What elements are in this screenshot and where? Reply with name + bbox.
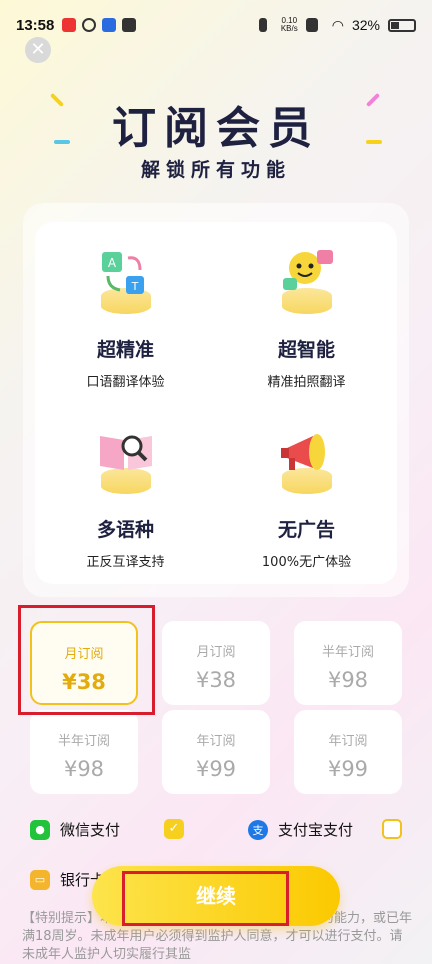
feature-name: 超精准 [96, 339, 154, 361]
feature-desc: 100%无广体验 [261, 555, 352, 570]
plan-name: 年订阅 [196, 734, 236, 749]
feature-name: 多语种 [96, 519, 154, 541]
plan-name: 月订阅 [196, 645, 236, 660]
megaphone-icon [280, 434, 325, 470]
feature-desc: 正反互译支持 [86, 555, 165, 570]
payment-wechat[interactable]: ● 微信支付 [30, 819, 120, 840]
data-icon [305, 18, 318, 32]
feature-smart: 超智能 精准拍照翻译 [216, 222, 397, 402]
battery-percent: 32% [351, 17, 380, 33]
payment-label: 支付宝支付 [278, 821, 354, 839]
smiley-bubble-icon [282, 250, 333, 290]
feature-name: 无广告 [277, 519, 335, 541]
plan-option-monthly[interactable]: 月订阅 ¥38 [162, 621, 270, 705]
highlight-box-continue [122, 871, 289, 926]
payment-alipay[interactable]: 支 支付宝支付 [248, 819, 353, 840]
plan-price: ¥99 [195, 757, 237, 781]
close-button[interactable]: ✕ [25, 37, 51, 63]
translate-cards-icon: A T [101, 252, 144, 294]
status-bar: 13:58 0.10 KB/s ◠ 32% [0, 0, 432, 50]
feature-name: 超智能 [277, 339, 335, 361]
alipay-checkbox[interactable] [382, 819, 402, 839]
plan-option-halfyear[interactable]: 半年订阅 ¥98 [294, 621, 402, 705]
feature-accurate: A T 超精准 口语翻译体验 [35, 222, 216, 402]
app-notification-icon [62, 18, 77, 32]
features-card: A T 超精准 口语翻译体验 超智能 精准拍照翻译 多语种 正反互译支持 无广告… [35, 222, 397, 584]
feature-noads: 无广告 100%无广体验 [216, 402, 397, 582]
svg-text:T: T [130, 280, 138, 293]
plan-name: 半年订阅 [57, 734, 110, 749]
tiktok-icon [122, 18, 137, 32]
wechat-checkbox-checked[interactable]: ✓ [164, 819, 184, 839]
sync-icon [82, 18, 97, 32]
plan-option-yearly[interactable]: 年订阅 ¥99 [294, 710, 402, 794]
bank-card-icon: ▭ [30, 869, 50, 890]
plan-price: ¥99 [327, 757, 369, 781]
feature-multilang: 多语种 正反互译支持 [35, 402, 216, 582]
page-title: 订阅会员 [112, 103, 320, 154]
wechat-pay-icon: ● [30, 819, 50, 840]
feature-desc: 精准拍照翻译 [267, 375, 346, 390]
shield-icon [102, 18, 117, 32]
plan-name: 年订阅 [328, 734, 368, 749]
plan-price: ¥38 [195, 668, 237, 692]
payment-label: 微信支付 [60, 821, 121, 839]
battery-icon [388, 18, 416, 32]
status-time: 13:58 [16, 16, 55, 34]
plan-name: 半年订阅 [321, 645, 374, 660]
page-subtitle: 解锁所有功能 [140, 159, 291, 181]
plan-price: ¥98 [63, 757, 105, 781]
net-speed-unit: KB/s [280, 24, 298, 33]
wifi-icon: ◠ [331, 16, 344, 33]
plan-price: ¥98 [327, 668, 369, 692]
vibrate-icon [258, 18, 267, 32]
plan-option-halfyear[interactable]: 半年订阅 ¥98 [30, 710, 138, 794]
net-speed: 0.10 KB/s [281, 17, 298, 33]
alipay-icon: 支 [248, 819, 268, 840]
book-magnifier-icon [99, 435, 152, 470]
plan-option-yearly[interactable]: 年订阅 ¥99 [162, 710, 270, 794]
svg-text:A: A [107, 256, 116, 270]
highlight-box-plan [18, 605, 155, 715]
feature-desc: 口语翻译体验 [86, 375, 165, 390]
